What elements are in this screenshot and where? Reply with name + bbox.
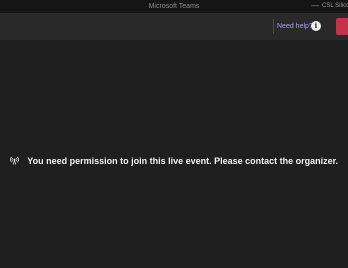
permission-message: You need permission to join this live ev… xyxy=(0,152,348,166)
need-help-link[interactable]: Need help? xyxy=(277,19,313,34)
leave-button[interactable] xyxy=(336,18,348,35)
window-title: Microsoft Teams xyxy=(148,3,200,10)
account-name[interactable]: CSL Silico xyxy=(322,0,348,13)
broadcast-icon xyxy=(9,156,19,165)
title-bar: Microsoft Teams — CSL Silico xyxy=(0,0,348,13)
info-icon[interactable]: i xyxy=(311,21,321,31)
teams-window: Microsoft Teams — CSL Silico Need help? … xyxy=(0,0,348,268)
toolbar-divider xyxy=(273,19,274,34)
permission-message-text: You need permission to join this live ev… xyxy=(27,155,339,166)
minimize-button[interactable]: — xyxy=(311,0,319,13)
meeting-toolbar: Need help? i xyxy=(0,13,348,40)
